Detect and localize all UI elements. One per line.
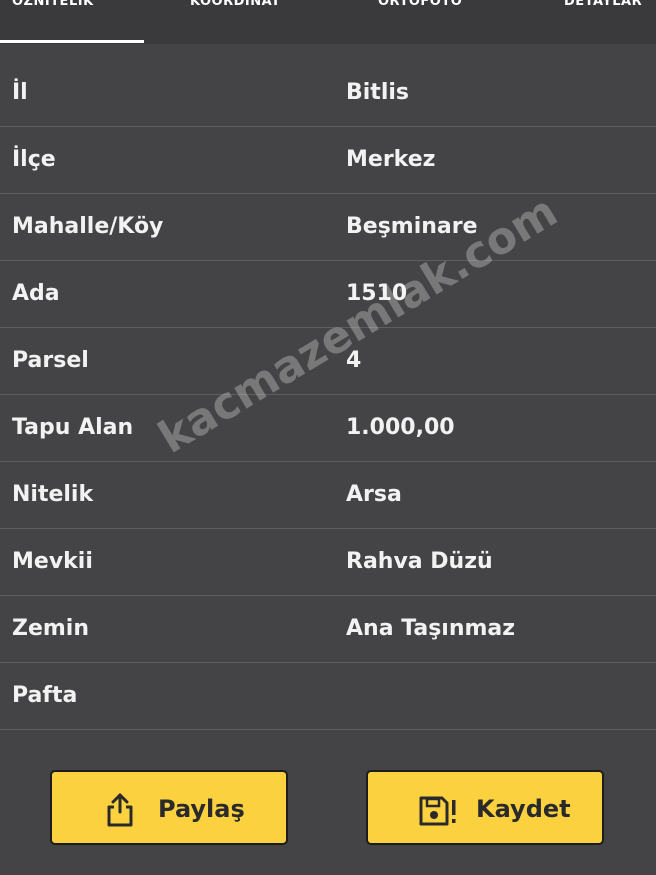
row-value: Ana Taşınmaz	[346, 616, 516, 641]
row-mahalle-koy: Mahalle/Köy Beşminare	[0, 194, 656, 261]
row-label: Pafta	[12, 683, 78, 708]
save-button[interactable]: Kaydet	[366, 770, 604, 845]
row-label: İlçe	[12, 147, 56, 172]
tab-koordinat[interactable]: KOORDİNAT	[190, 0, 281, 12]
row-label: Zemin	[12, 616, 89, 641]
share-button[interactable]: Paylaş	[50, 770, 288, 845]
row-value: Rahva Düzü	[346, 549, 493, 574]
row-zemin: Zemin Ana Taşınmaz	[0, 596, 656, 663]
row-value: Merkez	[346, 147, 436, 172]
app-screen: ÖZNİTELİK KOORDİNAT ORTOFOTO DETAYLAR İl…	[0, 0, 656, 875]
attribute-list: İl Bitlis İlçe Merkez Mahalle/Köy Beşmin…	[0, 60, 656, 730]
active-tab-indicator	[0, 40, 144, 43]
row-label: İl	[12, 80, 28, 105]
row-label: Mevkii	[12, 549, 93, 574]
row-nitelik: Nitelik Arsa	[0, 462, 656, 529]
row-value: Bitlis	[346, 80, 410, 105]
row-label: Tapu Alan	[12, 415, 134, 440]
tab-oznitelik[interactable]: ÖZNİTELİK	[12, 0, 94, 12]
save-icon	[418, 792, 456, 828]
row-value: 4	[346, 348, 362, 373]
row-pafta: Pafta	[0, 663, 656, 730]
row-parsel: Parsel 4	[0, 328, 656, 395]
tab-bar: ÖZNİTELİK KOORDİNAT ORTOFOTO DETAYLAR	[0, 0, 656, 44]
row-label: Parsel	[12, 348, 89, 373]
row-value: 1.000,00	[346, 415, 455, 440]
row-ilce: İlçe Merkez	[0, 127, 656, 194]
row-mevkii: Mevkii Rahva Düzü	[0, 529, 656, 596]
row-value: Beşminare	[346, 214, 478, 239]
row-ada: Ada 1510	[0, 261, 656, 328]
share-button-label: Paylaş	[158, 795, 245, 823]
tab-ortofoto[interactable]: ORTOFOTO	[378, 0, 462, 12]
row-value: 1510	[346, 281, 408, 306]
row-label: Ada	[12, 281, 60, 306]
share-icon	[104, 792, 136, 828]
row-value: Arsa	[346, 482, 402, 507]
row-label: Mahalle/Köy	[12, 214, 164, 239]
row-label: Nitelik	[12, 482, 94, 507]
tab-detaylar[interactable]: DETAYLAR	[564, 0, 642, 12]
save-button-label: Kaydet	[476, 795, 571, 823]
row-tapu-alan: Tapu Alan 1.000,00	[0, 395, 656, 462]
row-il: İl Bitlis	[0, 60, 656, 127]
